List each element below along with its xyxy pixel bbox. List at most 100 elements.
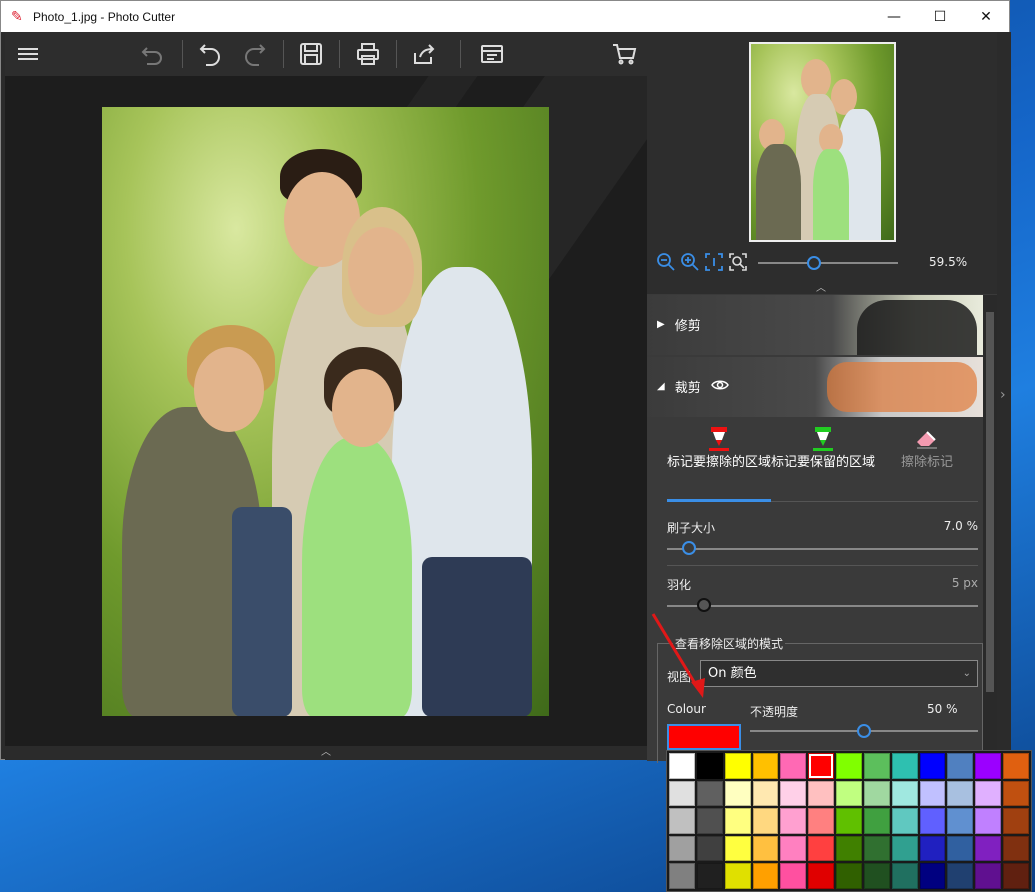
palette-swatch[interactable] [975, 780, 1002, 807]
collapse-navigator-icon[interactable]: ︿ [816, 279, 826, 294]
palette-swatch[interactable] [808, 780, 835, 807]
palette-swatch[interactable] [669, 808, 695, 834]
palette-swatch[interactable] [808, 835, 835, 862]
share-icon[interactable] [409, 39, 439, 69]
palette-swatch[interactable] [752, 808, 779, 834]
palette-swatch[interactable] [808, 808, 835, 834]
redo-icon[interactable] [240, 39, 270, 69]
palette-swatch[interactable] [919, 808, 946, 834]
palette-swatch[interactable] [947, 753, 974, 779]
palette-swatch[interactable] [947, 863, 974, 889]
undo-history-icon[interactable] [137, 39, 167, 69]
save-icon[interactable] [296, 39, 326, 69]
palette-swatch[interactable] [863, 780, 890, 807]
print-icon[interactable] [353, 39, 383, 69]
navigator-thumbnail[interactable] [749, 42, 896, 242]
zoom-in-icon[interactable] [680, 252, 700, 272]
eye-icon[interactable] [710, 379, 729, 395]
palette-swatch[interactable] [780, 863, 807, 889]
palette-swatch[interactable] [919, 863, 946, 889]
palette-swatch[interactable] [836, 835, 862, 862]
palette-swatch[interactable] [891, 835, 918, 862]
palette-swatch[interactable] [891, 808, 918, 834]
palette-swatch[interactable] [780, 835, 807, 862]
palette-swatch[interactable] [891, 780, 918, 807]
palette-swatch[interactable] [891, 753, 918, 779]
palette-swatch[interactable] [975, 863, 1002, 889]
export-icon[interactable] [477, 39, 507, 69]
palette-swatch[interactable] [1003, 835, 1029, 862]
palette-swatch[interactable] [947, 808, 974, 834]
feather-slider-handle[interactable] [697, 598, 712, 612]
maximize-button[interactable]: ☐ [917, 1, 963, 32]
palette-swatch[interactable] [836, 808, 862, 834]
palette-swatch[interactable] [724, 808, 751, 834]
image-canvas[interactable] [5, 76, 647, 746]
palette-swatch[interactable] [724, 780, 751, 807]
palette-swatch[interactable] [863, 835, 890, 862]
palette-swatch[interactable] [975, 753, 1002, 779]
palette-swatch[interactable] [752, 835, 779, 862]
palette-swatch[interactable] [669, 753, 695, 779]
palette-swatch[interactable] [808, 863, 835, 889]
palette-swatch[interactable] [919, 835, 946, 862]
palette-swatch[interactable] [808, 753, 835, 779]
palette-swatch[interactable] [1003, 753, 1029, 779]
palette-swatch[interactable] [863, 753, 890, 779]
palette-swatch[interactable] [975, 808, 1002, 834]
opacity-slider-handle[interactable] [857, 724, 871, 738]
palette-swatch[interactable] [669, 780, 695, 807]
palette-swatch[interactable] [947, 780, 974, 807]
zoom-out-icon[interactable] [656, 252, 676, 272]
undo-icon[interactable] [195, 39, 225, 69]
palette-swatch[interactable] [724, 835, 751, 862]
palette-swatch[interactable] [780, 780, 807, 807]
cart-icon[interactable] [609, 39, 639, 69]
palette-swatch[interactable] [669, 863, 695, 889]
actual-size-icon[interactable] [704, 252, 724, 272]
palette-swatch[interactable] [724, 863, 751, 889]
palette-swatch[interactable] [696, 863, 723, 889]
colour-swatch-button[interactable] [667, 724, 741, 750]
palette-swatch[interactable] [696, 835, 723, 862]
palette-swatch[interactable] [696, 753, 723, 779]
close-button[interactable]: ✕ [963, 1, 1009, 32]
palette-swatch[interactable] [1003, 863, 1029, 889]
palette-swatch[interactable] [696, 780, 723, 807]
family-photo[interactable] [102, 107, 549, 716]
palette-swatch[interactable] [919, 753, 946, 779]
minimize-button[interactable]: — [871, 1, 917, 32]
tab-erase-marks[interactable]: 擦除标记 [875, 424, 979, 502]
tab-mark-keep[interactable]: 标记要保留的区域 [771, 424, 875, 502]
palette-swatch[interactable] [947, 835, 974, 862]
palette-swatch[interactable] [836, 863, 862, 889]
palette-swatch[interactable] [863, 808, 890, 834]
panel-scrollbar-thumb[interactable] [986, 312, 994, 692]
palette-swatch[interactable] [975, 835, 1002, 862]
palette-swatch[interactable] [780, 808, 807, 834]
menu-icon[interactable] [13, 39, 43, 69]
tab-mark-remove[interactable]: 标记要擦除的区域 [667, 424, 771, 502]
zoom-slider-track[interactable] [758, 262, 898, 264]
brush-size-slider-track[interactable] [667, 548, 978, 550]
palette-swatch[interactable] [863, 863, 890, 889]
zoom-slider-handle[interactable] [807, 256, 821, 270]
palette-swatch[interactable] [1003, 780, 1029, 807]
fit-to-window-icon[interactable] [728, 252, 748, 272]
palette-swatch[interactable] [752, 780, 779, 807]
collapse-bottom-toggle[interactable]: ︿ [5, 746, 647, 760]
palette-swatch[interactable] [891, 863, 918, 889]
feather-slider-track[interactable] [667, 605, 978, 607]
brush-size-slider-handle[interactable] [681, 541, 696, 555]
title-bar[interactable]: ✎ Photo_1.jpg - Photo Cutter — ☐ ✕ [1, 1, 1009, 32]
palette-swatch[interactable] [836, 753, 862, 779]
palette-swatch[interactable] [752, 863, 779, 889]
palette-swatch[interactable] [669, 835, 695, 862]
palette-swatch[interactable] [836, 780, 862, 807]
section-cut[interactable]: ◢ 裁剪 [647, 357, 983, 417]
palette-swatch[interactable] [780, 753, 807, 779]
expand-right-panel[interactable]: › [998, 32, 1011, 761]
palette-swatch[interactable] [752, 753, 779, 779]
palette-swatch[interactable] [919, 780, 946, 807]
palette-swatch[interactable] [696, 808, 723, 834]
